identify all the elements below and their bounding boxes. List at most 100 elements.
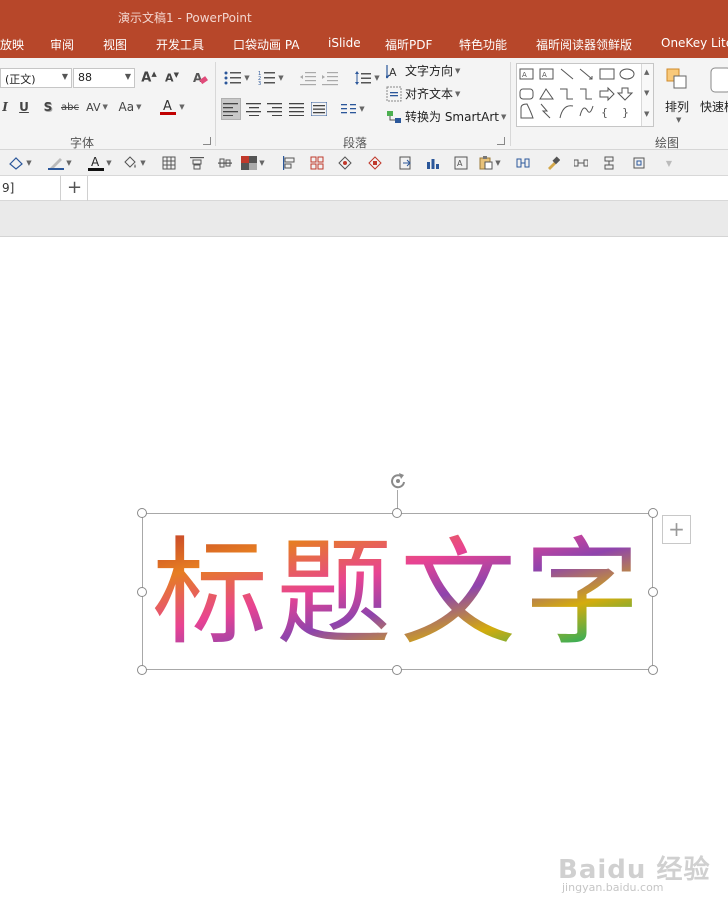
spacing-icon [574, 159, 588, 167]
rotate-handle-icon[interactable] [387, 470, 409, 492]
textbox-button[interactable]: A [452, 154, 470, 172]
resize-handle-top-left[interactable] [137, 508, 147, 518]
tab-foxit-pdf[interactable]: 福昕PDF [385, 36, 432, 53]
shrink-font-button[interactable]: A▼ [163, 70, 181, 86]
align-left-button[interactable] [221, 98, 241, 120]
bullets-button[interactable]: ▼ [222, 68, 252, 88]
align-text-button[interactable]: 对齐文本 ▼ [386, 85, 460, 102]
tab-onekey-lite[interactable]: OneKey Lite [661, 36, 728, 50]
brush-icon [548, 156, 560, 170]
tab-developer[interactable]: 开发工具 [156, 36, 204, 53]
slide-title-text[interactable]: 标题文字 [150, 525, 650, 655]
numbering-button[interactable]: 1 2 3 ▼ [256, 68, 286, 88]
svg-text:}: } [622, 106, 629, 119]
export-icon [399, 156, 411, 170]
quick-styles-label: 快速样 [700, 100, 728, 114]
distribute-left-button[interactable] [280, 154, 298, 172]
text-direction-button[interactable]: A 文字方向 ▼ [386, 62, 460, 79]
align-center-icon [246, 103, 261, 116]
align-middle-button[interactable] [216, 154, 234, 172]
resize-handle-bottom[interactable] [392, 665, 402, 675]
group-separator [510, 62, 511, 146]
svg-text:A: A [542, 71, 547, 79]
paragraph-dialog-launcher[interactable] [497, 137, 505, 145]
font-color-button[interactable]: A ▼ [158, 98, 186, 116]
title-bar: 演示文稿1 - PowerPoint [0, 0, 728, 32]
more-button[interactable]: ▼ [660, 154, 678, 172]
grow-font-button[interactable]: A▲ [140, 70, 158, 86]
align-center-button[interactable] [244, 98, 264, 120]
format-painter-button[interactable] [544, 154, 562, 172]
paste-button[interactable]: ▼ [476, 154, 504, 172]
convert-smartart-button[interactable]: 转换为 SmartArt ▼ [386, 108, 506, 125]
underline-icon: U [19, 100, 29, 114]
resize-handle-top[interactable] [392, 508, 402, 518]
decrease-indent-icon [300, 72, 316, 86]
resize-handle-bottom-right[interactable] [648, 665, 658, 675]
shapes-gallery[interactable]: A A { } ▲ ▼ ▼ [516, 63, 654, 127]
gallery-scrollbar[interactable]: ▲ ▼ ▼ [641, 64, 653, 126]
tab-review[interactable]: 审阅 [50, 36, 74, 53]
tab-pocket-animation[interactable]: 口袋动画 PA [233, 36, 300, 53]
shape-fill-button[interactable]: ▼ [6, 154, 34, 172]
align-top-button[interactable] [188, 154, 206, 172]
line-spacing-button[interactable]: ▼ [352, 68, 382, 88]
quick-styles-icon-button[interactable] [708, 62, 728, 96]
baidu-watermark: Baidu 经验 jingyan.baidu.com [558, 845, 728, 905]
bar-chart-button[interactable] [424, 154, 442, 172]
tab-foxit-reader[interactable]: 福昕阅读器领鲜版 [536, 36, 632, 53]
diamond-button[interactable] [336, 154, 354, 172]
distributed-button[interactable] [309, 98, 329, 120]
tab-islide[interactable]: iSlide [328, 36, 361, 50]
font-group-label: 字体 [70, 136, 95, 150]
text-color-button[interactable]: A ▼ [86, 154, 114, 172]
shape-outline-button[interactable]: ▼ [46, 154, 74, 172]
clear-format-button[interactable]: A [191, 70, 209, 86]
line-spacing-icon [355, 71, 372, 85]
crop-button[interactable] [630, 154, 648, 172]
convert-smartart-label: 转换为 SmartArt [405, 110, 499, 124]
font-size-combo[interactable]: 88 ▼ [73, 68, 135, 88]
quick-styles-button[interactable]: 快速样 [700, 98, 728, 115]
document-tab[interactable]: 9] [0, 176, 61, 201]
grid-button[interactable] [160, 154, 178, 172]
arrange-icon-button[interactable] [662, 62, 692, 96]
merge-button[interactable] [514, 154, 532, 172]
resize-handle-top-right[interactable] [648, 508, 658, 518]
change-case-button[interactable]: Aa ▼ [116, 98, 144, 116]
font-dialog-launcher[interactable] [203, 137, 211, 145]
align-right-button[interactable] [265, 98, 285, 120]
stack-button[interactable] [600, 154, 618, 172]
tab-slideshow[interactable]: 放映 [0, 36, 24, 53]
strikethrough-button[interactable]: abc [60, 98, 80, 116]
tab-features[interactable]: 特色功能 [459, 36, 507, 53]
plus-icon: + [66, 177, 83, 198]
shadow-button[interactable]: S [40, 98, 56, 116]
table-grid-icon [310, 156, 324, 170]
new-tab-button[interactable]: + [62, 176, 88, 201]
resize-handle-left[interactable] [137, 587, 147, 597]
shape-effects-icon [9, 157, 24, 170]
italic-button[interactable]: I [0, 98, 10, 116]
paint-bucket-button[interactable]: ▼ [120, 154, 148, 172]
target-button[interactable] [366, 154, 384, 172]
underline-button[interactable]: U [16, 98, 32, 116]
color-swatch-icon [241, 156, 258, 170]
decrease-indent-button[interactable] [298, 68, 318, 88]
columns-button[interactable]: ▼ [338, 98, 368, 120]
layout-options-button[interactable]: + [662, 515, 691, 544]
font-name-combo[interactable]: (正文) ▼ [0, 68, 72, 88]
arrange-button[interactable]: 排列 [665, 98, 689, 115]
resize-handle-bottom-left[interactable] [137, 665, 147, 675]
shrink-font-icon: A▼ [165, 71, 179, 85]
color-fill-button[interactable]: ▼ [240, 154, 266, 172]
justify-button[interactable] [287, 98, 307, 120]
char-spacing-button[interactable]: AV ▼ [84, 98, 110, 116]
spacing-button[interactable] [572, 154, 590, 172]
export-button[interactable] [396, 154, 414, 172]
increase-indent-button[interactable] [320, 68, 340, 88]
italic-icon: I [2, 100, 8, 114]
table-grid-button[interactable] [308, 154, 326, 172]
tab-view[interactable]: 视图 [103, 36, 127, 53]
change-case-label: Aa [118, 100, 135, 114]
